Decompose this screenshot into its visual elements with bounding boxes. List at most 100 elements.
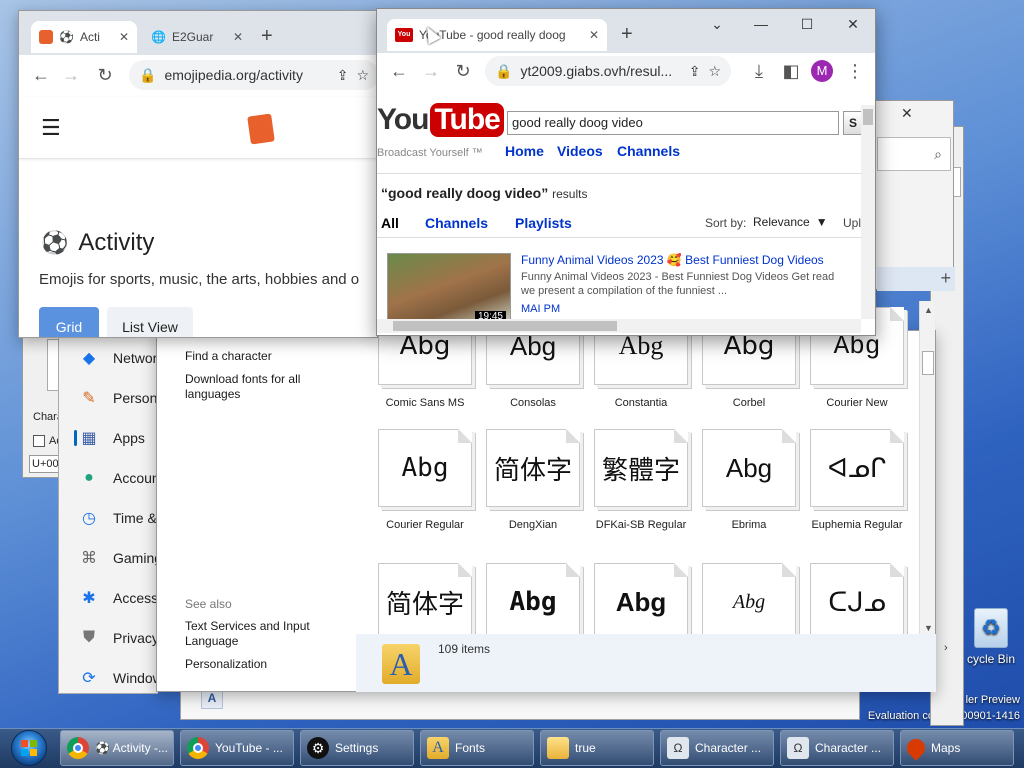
address-bar[interactable]: 🔒 yt2009.giabs.ovh/resul... ⇪ ☆: [485, 56, 731, 86]
site-header: ☰: [19, 97, 377, 159]
vertical-scrollbar[interactable]: [861, 105, 875, 319]
tab-e2guardian[interactable]: 🌐 E2Guar ✕: [143, 21, 251, 53]
wifi-icon: ◆: [82, 350, 96, 367]
list-view-button[interactable]: List View: [107, 307, 193, 337]
font-tile-dengxian[interactable]: 简体字 DengXian: [481, 429, 585, 533]
video-description: Funny Animal Videos 2023 - Best Funniest…: [521, 271, 835, 283]
find-character-link[interactable]: Find a character: [185, 349, 335, 364]
font-tile[interactable]: Abg: [481, 563, 585, 641]
scrollbar-thumb[interactable]: [863, 109, 873, 125]
back-icon[interactable]: ←: [29, 63, 53, 87]
tab-activity[interactable]: ⚽ Acti ✕: [31, 21, 137, 53]
font-name: DFKai-SB Regular: [595, 519, 687, 531]
new-tab-button[interactable]: +: [621, 23, 633, 46]
grid-view-button[interactable]: Grid: [39, 307, 99, 337]
font-tile[interactable]: ᑕᒍᓄ: [805, 563, 909, 641]
youtube-browser-window[interactable]: You YouTube - good really doog ✕ + ⌄ — ☐…: [376, 8, 876, 336]
nav-videos[interactable]: Videos: [557, 143, 603, 159]
fonts-scrollbar[interactable]: ▲ ▼: [919, 301, 935, 635]
profile-avatar[interactable]: M: [811, 60, 833, 82]
share-icon[interactable]: ⇪: [337, 67, 349, 84]
close-icon[interactable]: ✕: [119, 30, 129, 44]
font-tile-dfkai[interactable]: 繁體字 DFKai-SB Regular: [589, 429, 693, 533]
taskbar-item-maps[interactable]: Maps: [900, 730, 1014, 766]
minimize-icon[interactable]: —: [745, 13, 777, 35]
dropdown-arrow-icon: ▼: [815, 215, 828, 229]
settings-window[interactable]: ◆ Network ✎ Personalization ▦ Apps ● Acc…: [58, 330, 169, 694]
video-channel-link[interactable]: MAI PM: [521, 303, 560, 315]
side-panel-icon[interactable]: ◧: [779, 59, 803, 83]
font-name: Euphemia Regular: [811, 519, 903, 531]
scrollbar-thumb[interactable]: [393, 321, 617, 331]
download-icon[interactable]: ⤓: [747, 59, 771, 83]
search-button[interactable]: S: [843, 111, 863, 135]
font-tile-euphemia[interactable]: ᐊᓄᒋ Euphemia Regular: [805, 429, 909, 533]
recycle-bin[interactable]: ♻ cycle Bin: [958, 608, 1024, 666]
video-title-link[interactable]: Funny Animal Videos 2023 🥰 Best Funniest…: [521, 253, 824, 267]
taskbar-item-activity[interactable]: ⚽ Activity -...: [60, 730, 174, 766]
forward-icon[interactable]: →: [419, 59, 443, 83]
taskbar-item-youtube[interactable]: YouTube - ...: [180, 730, 294, 766]
nav-home[interactable]: Home: [505, 143, 544, 159]
font-tile-courier-regular[interactable]: Abg Courier Regular: [373, 429, 477, 533]
taskbar-item-character-map-1[interactable]: Ω Character ...: [660, 730, 774, 766]
tab-youtube[interactable]: You YouTube - good really doog ✕: [387, 19, 607, 51]
url-text: emojipedia.org/activity: [164, 67, 303, 83]
close-window-icon[interactable]: ✕: [837, 13, 869, 35]
settings-nav-label: Apps: [113, 430, 145, 446]
globe-icon: 🌐: [151, 30, 166, 44]
menu-dots-icon[interactable]: ⋮: [843, 59, 867, 83]
add-icon[interactable]: +: [940, 268, 951, 289]
taskbar-item-fonts[interactable]: A Fonts: [420, 730, 534, 766]
font-tile[interactable]: 简体字: [373, 563, 477, 641]
maximize-icon[interactable]: ☐: [791, 13, 823, 35]
search-input[interactable]: good really doog video: [507, 111, 839, 135]
menu-icon[interactable]: ☰: [41, 115, 61, 141]
share-icon[interactable]: ⇪: [689, 63, 701, 80]
chevron-right-icon[interactable]: ›: [944, 642, 948, 654]
filter-all[interactable]: All: [381, 215, 399, 231]
fonts-side-links: Find a character Download fonts for all …: [185, 349, 335, 402]
sort-dropdown[interactable]: Relevance ▼: [753, 215, 828, 229]
scrollbar-thumb[interactable]: [922, 351, 934, 375]
background-search-box[interactable]: ⌕: [877, 137, 951, 171]
start-button[interactable]: [2, 729, 56, 767]
horizontal-scrollbar[interactable]: [377, 319, 861, 333]
text-services-link[interactable]: Text Services and Input Language: [185, 619, 335, 649]
page-title-text: Activity: [78, 229, 155, 256]
font-preview: Abg: [378, 429, 472, 507]
bookmark-star-icon[interactable]: ☆: [356, 67, 369, 84]
upload-filter-partial[interactable]: Upl: [843, 216, 861, 230]
close-icon[interactable]: ✕: [233, 30, 243, 44]
emojipedia-logo[interactable]: [247, 113, 275, 145]
bookmark-star-icon[interactable]: ☆: [708, 63, 721, 80]
reload-icon[interactable]: ↻: [93, 63, 117, 87]
taskbar-label: Character ...: [695, 741, 762, 755]
close-icon[interactable]: ✕: [901, 105, 913, 122]
close-icon[interactable]: ✕: [589, 28, 599, 42]
filter-channels[interactable]: Channels: [425, 215, 488, 231]
taskbar-item-true[interactable]: true: [540, 730, 654, 766]
scroll-up-icon[interactable]: ▲: [924, 305, 933, 315]
logo-tube: Tube: [430, 103, 504, 137]
font-tile[interactable]: Abg: [697, 563, 801, 641]
new-tab-button[interactable]: +: [261, 25, 273, 48]
font-tile[interactable]: Abg: [589, 563, 693, 641]
emojipedia-browser-window[interactable]: ⚽ Acti ✕ 🌐 E2Guar ✕ + ← → ↻ 🔒 emojipedia…: [18, 10, 378, 338]
selected-indicator: [74, 430, 77, 446]
back-icon[interactable]: ←: [387, 59, 411, 83]
forward-icon[interactable]: →: [59, 63, 83, 87]
filter-playlists[interactable]: Playlists: [515, 215, 572, 231]
font-tile-ebrima[interactable]: Abg Ebrima: [697, 429, 801, 533]
scroll-down-icon[interactable]: ▼: [924, 623, 933, 633]
address-bar[interactable]: 🔒 emojipedia.org/activity ⇪ ☆: [129, 60, 377, 90]
youtube-logo[interactable]: You Tube: [377, 103, 504, 137]
tab-search-icon[interactable]: ⌄: [701, 13, 733, 35]
taskbar-item-character-map-2[interactable]: Ω Character ...: [780, 730, 894, 766]
video-thumbnail[interactable]: 19:45: [387, 253, 511, 325]
download-fonts-link[interactable]: Download fonts for all languages: [185, 372, 335, 402]
personalization-link[interactable]: Personalization: [185, 657, 335, 672]
nav-channels[interactable]: Channels: [617, 143, 680, 159]
taskbar-item-settings[interactable]: ⚙ Settings: [300, 730, 414, 766]
reload-icon[interactable]: ↻: [451, 59, 475, 83]
